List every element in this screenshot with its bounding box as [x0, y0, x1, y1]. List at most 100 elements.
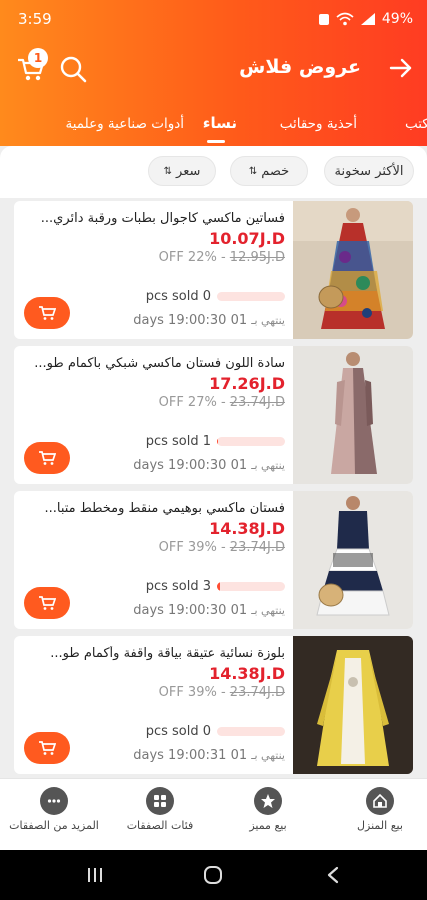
product-image[interactable] [293, 491, 413, 629]
page-title: عروض فلاش [239, 56, 361, 78]
countdown-value: days 19:00:30 01 [133, 603, 248, 618]
add-to-cart-button[interactable] [24, 297, 70, 329]
cart-icon [39, 741, 56, 755]
nav-featured-sale-label: بيع مميز [249, 819, 287, 832]
add-to-cart-button[interactable] [24, 732, 70, 764]
ends-in-label: ينتهي بـ [251, 604, 285, 617]
star-icon [254, 787, 282, 815]
sort-discount-chip[interactable]: خصم ⇅ [230, 156, 308, 186]
price-info: OFF 39% - 23.74J.D [158, 540, 285, 555]
discount-label: OFF 22% [158, 250, 217, 265]
ends-in-label: ينتهي بـ [251, 749, 285, 762]
original-price: 23.74J.D [229, 540, 285, 555]
category-tabs: مكتب أحذية وحقائب نساء أدوات صناعية وعلم… [0, 114, 427, 143]
nav-deal-categories[interactable]: فئات الصفقات [110, 787, 210, 832]
notification-icon [318, 14, 329, 25]
nav-featured-sale[interactable]: بيع مميز [218, 787, 318, 832]
status-time: 3:59 [18, 10, 52, 28]
signal-icon [360, 13, 375, 25]
countdown-timer: days 19:00:31 01 ينتهي بـ [133, 748, 285, 763]
product-price: 17.26J.D [209, 374, 285, 393]
countdown-value: days 19:00:30 01 [133, 313, 248, 328]
sold-count: pcs sold 0 [145, 723, 211, 739]
system-navigation-bar [0, 850, 427, 900]
sold-progress: pcs sold 1 [146, 434, 285, 449]
countdown-value: days 19:00:31 01 [133, 748, 248, 763]
sort-discount-label: خصم [261, 163, 290, 179]
sold-bar [217, 291, 285, 301]
price-info: OFF 39% - 23.74J.D [158, 685, 285, 700]
countdown-value: days 19:00:30 01 [133, 458, 248, 473]
topbar: 1 عروض فلاش [0, 48, 427, 92]
original-price: 23.74J.D [229, 685, 285, 700]
bottom-navigation: بيع المنزل بيع مميز فئات الصفقات المزيد … [0, 778, 427, 850]
back-button[interactable] [387, 54, 415, 82]
search-icon [60, 56, 87, 83]
tab-industrial-tools[interactable]: أدوات صناعية وعلمية [65, 116, 184, 132]
add-to-cart-button[interactable] [24, 587, 70, 619]
cart-icon [39, 451, 56, 465]
nav-deal-categories-label: فئات الصفقات [126, 819, 194, 832]
sold-progress: pcs sold 0 [145, 723, 285, 739]
product-list-area: الأكثر سخونة خصم ⇅ سعر ⇅ فساتين ماكسي كا… [0, 146, 427, 778]
price-info: OFF 22% - 12.95J.D [158, 250, 285, 265]
product-title[interactable]: فستان ماكسي بوهيمي منقط ومخطط متبا... [33, 501, 285, 516]
product-title[interactable]: بلوزة نسائية عتيقة بياقة واقفة وأكمام طو… [33, 646, 285, 661]
product-image[interactable] [293, 201, 413, 339]
discount-label: OFF 39% [158, 685, 217, 700]
sort-toggle-icon: ⇅ [163, 165, 173, 177]
product-card[interactable]: فستان ماكسي بوهيمي منقط ومخطط متبا... 14… [14, 491, 413, 629]
sort-toggle-icon: ⇅ [248, 165, 258, 177]
sold-progress: pcs sold 0 [145, 288, 285, 304]
countdown-timer: days 19:00:30 01 ينتهي بـ [133, 313, 285, 328]
discount-label: OFF 27% [158, 395, 217, 410]
sort-hottest-chip[interactable]: الأكثر سخونة [324, 156, 414, 186]
tab-women[interactable]: نساء [203, 114, 237, 132]
sold-count: pcs sold 0 [145, 288, 211, 304]
search-button[interactable] [58, 54, 88, 84]
countdown-timer: days 19:00:30 01 ينتهي بـ [133, 458, 285, 473]
sold-bar-fill [217, 581, 220, 591]
sold-progress: pcs sold 3 [145, 578, 285, 594]
wifi-icon [336, 12, 354, 26]
nav-more-deals-label: المزيد من الصفقات [9, 819, 99, 832]
product-price: 14.38J.D [209, 664, 285, 683]
product-price: 10.07J.D [209, 229, 285, 248]
recent-apps-icon[interactable] [86, 866, 104, 884]
product-card[interactable]: سادة اللون فستان ماكسي شبكي بأكمام طو...… [14, 346, 413, 484]
cart-count-badge: 1 [28, 48, 48, 68]
product-title[interactable]: سادة اللون فستان ماكسي شبكي بأكمام طو... [33, 356, 285, 371]
price-info: OFF 27% - 23.74J.D [158, 395, 285, 410]
discount-label: OFF 39% [158, 540, 217, 555]
product-card[interactable]: فساتين ماكسي كاجوال بطبات ورقبة دائري...… [14, 201, 413, 339]
grid-icon [146, 787, 174, 815]
product-price: 14.38J.D [209, 519, 285, 538]
product-title[interactable]: فساتين ماكسي كاجوال بطبات ورقبة دائري... [33, 211, 285, 226]
product-card[interactable]: بلوزة نسائية عتيقة بياقة واقفة وأكمام طو… [14, 636, 413, 774]
system-back-icon[interactable] [324, 865, 342, 885]
product-image[interactable] [293, 636, 413, 774]
sold-bar-fill [217, 436, 219, 446]
cart-icon [39, 596, 56, 610]
sold-bar [217, 581, 285, 591]
active-tab-indicator [207, 140, 225, 143]
tab-shoes-bags[interactable]: أحذية وحقائب [280, 116, 357, 132]
home-icon [366, 787, 394, 815]
arrow-right-icon [389, 58, 412, 78]
ends-in-label: ينتهي بـ [251, 314, 285, 327]
sold-bar [217, 436, 285, 446]
header: 3:59 49% 1 عروض فلاش تب أحذية وحقائب نسا… [0, 0, 427, 146]
product-image[interactable] [293, 346, 413, 484]
sort-price-chip[interactable]: سعر ⇅ [148, 156, 216, 186]
tab-office[interactable]: مكتب [405, 116, 427, 132]
more-icon [40, 787, 68, 815]
home-button-icon[interactable] [203, 865, 223, 885]
nav-more-deals[interactable]: المزيد من الصفقات [4, 787, 104, 832]
status-bar: 3:59 49% [0, 0, 427, 38]
nav-home-sale[interactable]: بيع المنزل [330, 787, 427, 832]
sold-bar [217, 726, 285, 736]
sort-hottest-label: الأكثر سخونة [334, 163, 404, 179]
add-to-cart-button[interactable] [24, 442, 70, 474]
sold-count: pcs sold 3 [145, 578, 211, 594]
sort-price-label: سعر [176, 163, 201, 179]
